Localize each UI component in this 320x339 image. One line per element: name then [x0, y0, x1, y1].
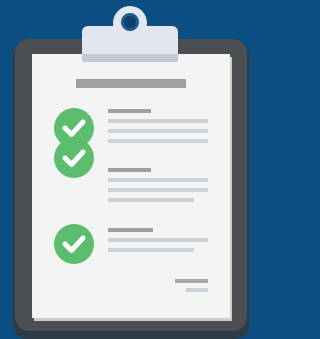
item-text-bar [108, 129, 208, 133]
checklist-item [0, 224, 249, 274]
clip-hole-inner [124, 16, 136, 28]
item-text-bar [108, 119, 208, 123]
title-placeholder-bar [76, 79, 186, 88]
checklist-item-text [0, 168, 249, 218]
item-text-bar [108, 238, 208, 242]
item-heading-bar [108, 109, 151, 113]
item-text-bar [108, 188, 208, 192]
clip-base-shade [82, 54, 178, 62]
item-text-bar [108, 248, 194, 252]
item-text-bar [108, 198, 194, 202]
item-heading-bar [108, 228, 153, 232]
item-text-bar [108, 178, 208, 182]
date-bar [186, 288, 208, 292]
check-icon [54, 224, 94, 264]
item-heading-bar [108, 168, 151, 172]
signature-bar [175, 279, 208, 283]
